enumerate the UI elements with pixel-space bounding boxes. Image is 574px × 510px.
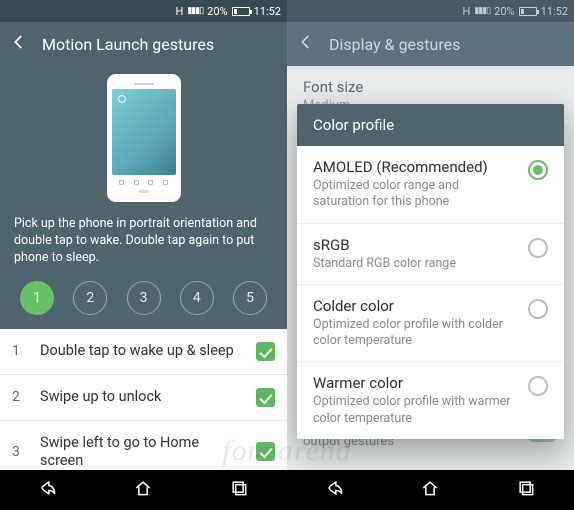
color-option[interactable]: Colder color Optimized color profile with… — [297, 285, 564, 363]
step-dot-4[interactable]: 4 — [180, 281, 214, 315]
app-bar: Motion Launch gestures — [0, 22, 287, 66]
color-option[interactable]: AMOLED (Recommended) Optimized color rang… — [297, 146, 564, 224]
signal-icon: ▮▮▮▯ — [187, 6, 203, 16]
checkbox-icon[interactable] — [256, 342, 275, 361]
step-dot-3[interactable]: 3 — [127, 281, 161, 315]
clock: 11:52 — [254, 5, 281, 18]
step-dot-1[interactable]: 1 — [20, 281, 54, 315]
hero-description: Pick up the phone in portrait orientatio… — [12, 210, 275, 277]
back-button[interactable] — [10, 33, 28, 55]
screen-motion-launch: H ▮▮▮▯ 20% 11:52 Motion Launch gestures … — [0, 0, 287, 510]
row-label: Swipe up to unlock — [40, 388, 242, 406]
step-dot-2[interactable]: 2 — [73, 281, 107, 315]
option-desc: Optimized color range and saturation for… — [313, 178, 518, 211]
option-title: AMOLED (Recommended) — [313, 158, 518, 176]
gesture-row[interactable]: 3 Swipe left to go to Home screen — [0, 421, 287, 470]
battery-pct: 20% — [207, 5, 227, 18]
color-profile-dialog: Color profile AMOLED (Recommended) Optimi… — [297, 104, 564, 439]
page-title: Motion Launch gestures — [42, 35, 214, 54]
signal-icon: ▮▮▮▯ — [474, 6, 490, 16]
battery-pct: 20% — [494, 5, 514, 18]
nav-home-icon[interactable] — [420, 478, 440, 502]
checkbox-icon[interactable] — [256, 442, 275, 461]
row-number: 2 — [12, 389, 26, 405]
radio-icon[interactable] — [528, 238, 548, 258]
nav-home-icon[interactable] — [133, 478, 153, 502]
step-dot-5[interactable]: 5 — [233, 281, 267, 315]
checkbox-icon[interactable] — [256, 388, 275, 407]
row-number: 3 — [12, 444, 26, 460]
nav-recent-icon[interactable] — [516, 478, 536, 502]
radio-icon[interactable] — [528, 299, 548, 319]
nav-bar — [287, 470, 574, 510]
step-indicator: 12345 — [12, 277, 275, 329]
page-title: Display & gestures — [329, 35, 460, 54]
nav-bar — [0, 470, 287, 510]
back-button — [297, 33, 315, 55]
option-title: Colder color — [313, 297, 518, 315]
network-icon: H — [176, 5, 184, 18]
nav-recent-icon[interactable] — [229, 478, 249, 502]
hero-panel: Pick up the phone in portrait orientatio… — [0, 66, 287, 329]
status-bar: H ▮▮▮▯ 20% 11:52 — [0, 0, 287, 22]
clock: 11:52 — [541, 5, 568, 18]
row-number: 1 — [12, 343, 26, 359]
row-label: Swipe left to go to Home screen — [40, 434, 242, 470]
option-desc: Optimized color profile with colder colo… — [313, 317, 518, 350]
phone-illustration — [107, 74, 181, 202]
font-size-label: Font size — [303, 78, 558, 96]
dialog-title: Color profile — [297, 104, 564, 146]
network-icon: H — [463, 5, 471, 18]
radio-icon[interactable] — [528, 376, 548, 396]
color-option[interactable]: Warmer color Optimized color profile with… — [297, 362, 564, 439]
app-bar: Display & gestures — [287, 22, 574, 66]
gesture-row[interactable]: 1 Double tap to wake up & sleep — [0, 329, 287, 375]
nav-back-icon[interactable] — [325, 478, 345, 502]
option-title: Warmer color — [313, 374, 518, 392]
status-bar: H ▮▮▮▯ 20% 11:52 — [287, 0, 574, 22]
option-title: sRGB — [313, 236, 518, 254]
screen-display-gestures: H ▮▮▮▯ 20% 11:52 Display & gestures Font… — [287, 0, 574, 510]
radio-icon[interactable] — [528, 160, 548, 180]
option-desc: Standard RGB color range — [313, 256, 518, 272]
gesture-row[interactable]: 2 Swipe up to unlock — [0, 375, 287, 421]
battery-icon — [519, 7, 537, 16]
nav-back-icon[interactable] — [38, 478, 58, 502]
option-desc: Optimized color profile with warmer colo… — [313, 394, 518, 427]
row-label: Double tap to wake up & sleep — [40, 342, 242, 360]
battery-icon — [232, 7, 250, 16]
gesture-list: 1 Double tap to wake up & sleep 2 Swipe up … — [0, 329, 287, 470]
color-option[interactable]: sRGB Standard RGB color range — [297, 224, 564, 285]
